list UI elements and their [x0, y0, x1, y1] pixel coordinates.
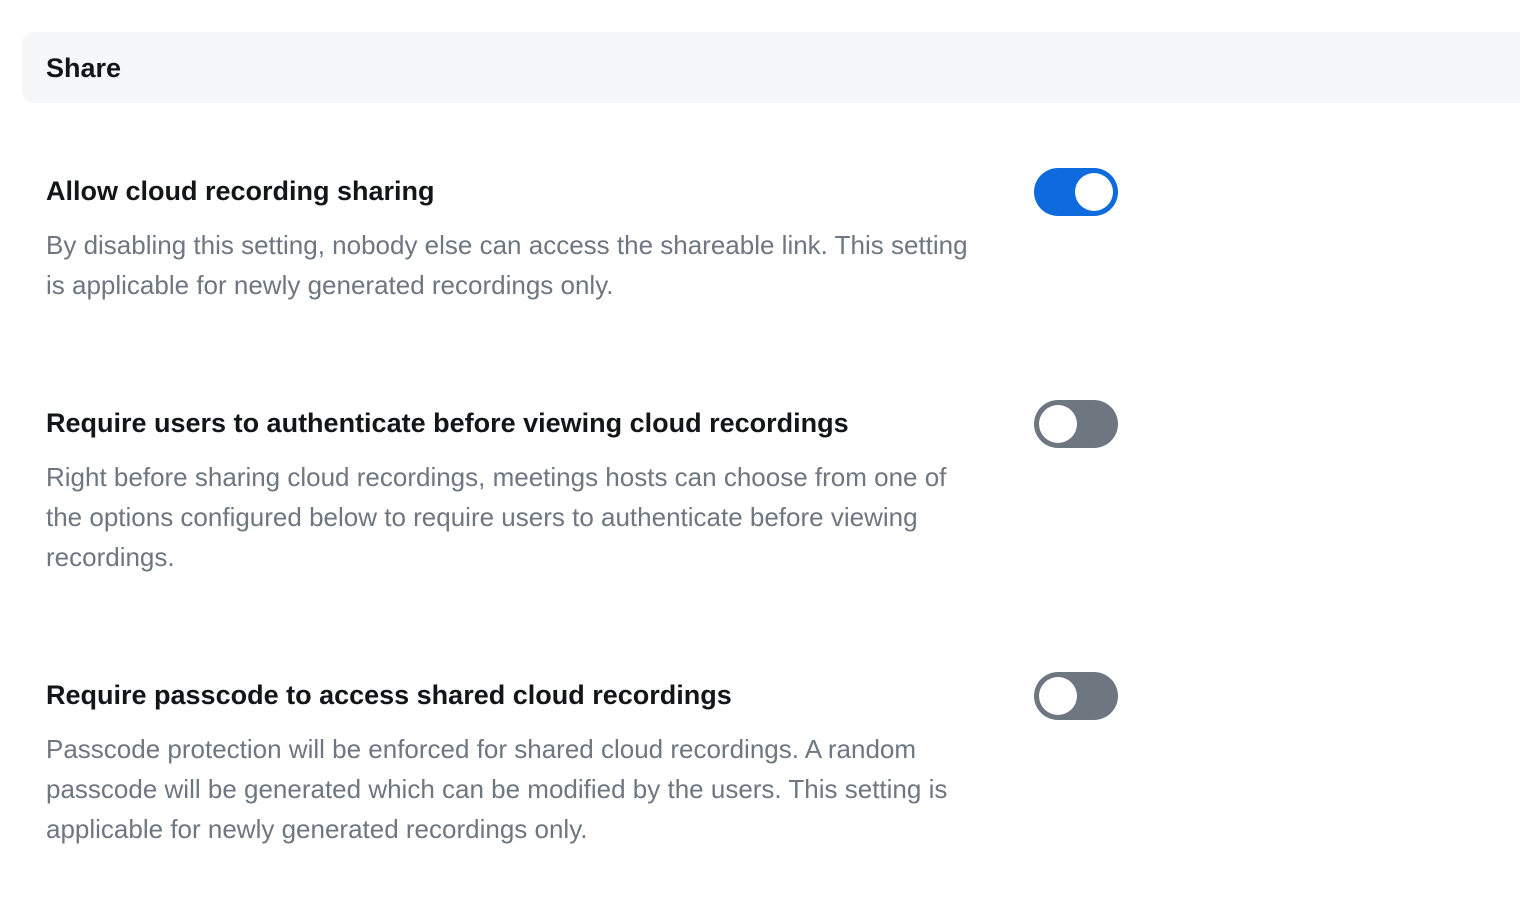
setting-title: Require users to authenticate before vie… — [46, 408, 849, 438]
toggle-knob — [1039, 677, 1077, 715]
setting-require-passcode: Require passcode to access shared cloud … — [46, 672, 1146, 849]
setting-require-authentication: Require users to authenticate before vie… — [46, 400, 1146, 577]
setting-description: Right before sharing cloud recordings, m… — [46, 462, 947, 572]
setting-description: Passcode protection will be enforced for… — [46, 734, 948, 844]
toggle-knob — [1039, 405, 1077, 443]
toggle-knob — [1075, 173, 1113, 211]
section-title: Share — [46, 53, 122, 83]
require-passcode-toggle[interactable] — [1034, 672, 1118, 720]
require-authentication-toggle[interactable] — [1034, 400, 1118, 448]
section-header: Share — [22, 32, 1520, 103]
setting-allow-cloud-recording-sharing: Allow cloud recording sharing By disabli… — [46, 168, 1146, 305]
allow-cloud-recording-sharing-toggle[interactable] — [1034, 168, 1118, 216]
setting-title: Require passcode to access shared cloud … — [46, 680, 732, 710]
setting-title: Allow cloud recording sharing — [46, 176, 435, 206]
setting-description: By disabling this setting, nobody else c… — [46, 230, 968, 300]
